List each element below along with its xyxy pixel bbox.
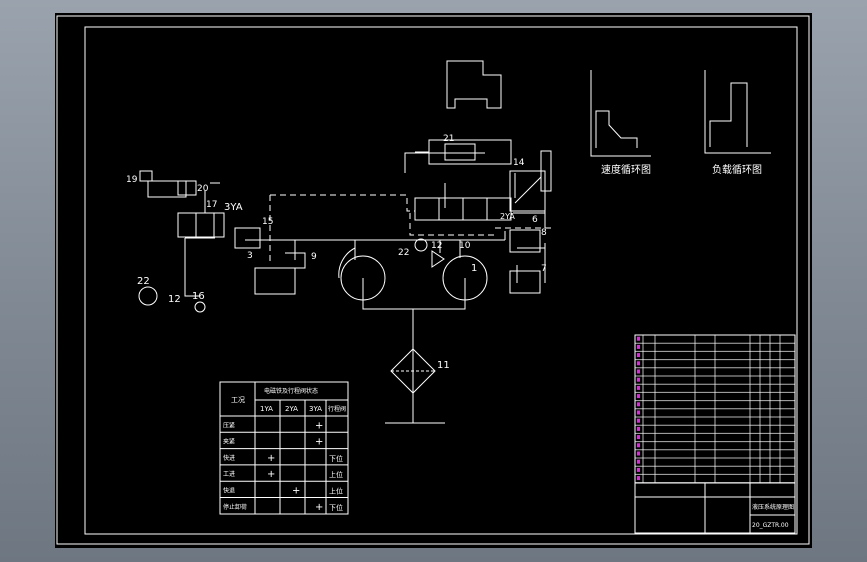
parts-row-marker (637, 369, 640, 374)
electromagnet-action-table: 工况 电磁铁及行程阀状态 1YA 2YA 3YA 行程阀 压紧 + 夹紧 + 快进 + 下位… (219, 381, 349, 515)
label-11: 11 (437, 360, 450, 371)
label-2ya: 2YA (500, 212, 515, 221)
pressure-gauge-22a[interactable] (138, 286, 158, 306)
label-16: 16 (192, 291, 205, 302)
parts-row-marker (637, 361, 640, 366)
table-header-1ya: 1YA (260, 405, 273, 413)
table-row-name: 快进 (223, 454, 235, 462)
table-header-3ya: 3YA (309, 405, 322, 413)
label-3: 3 (247, 251, 253, 261)
pressure-valve-8[interactable] (509, 229, 541, 253)
table-header-group: 电磁铁及行程阀状态 (264, 387, 318, 395)
clamp-cylinder-20[interactable] (147, 180, 197, 198)
label-22a: 22 (137, 276, 150, 287)
label-10: 10 (459, 241, 471, 251)
directional-valve-2[interactable] (414, 197, 512, 221)
drawing-viewport[interactable]: 1 3 6 7 8 9 10 11 12 12 14 15 16 17 19 2… (55, 13, 812, 548)
parts-row-marker (637, 467, 640, 472)
parts-row-marker (637, 344, 640, 349)
title-block: 液压系统原理图 20_GZTR.00 (634, 482, 796, 534)
table-row-name: 压紧 (223, 421, 235, 429)
speed-cycle-diagram: 速度循环图 (590, 70, 651, 176)
parts-row-marker (637, 443, 640, 448)
parts-row-marker (637, 459, 640, 464)
directional-valve-17[interactable] (177, 212, 225, 238)
table-cell-c4: 上位 (329, 487, 343, 496)
hydraulic-cylinder-21[interactable] (415, 139, 512, 165)
label-1: 1 (471, 263, 477, 274)
table-header-process: 工况 (231, 396, 245, 404)
table-row-name: 停止卸荷 (223, 503, 247, 511)
parts-row-marker (637, 377, 640, 382)
pressure-gauge-22b[interactable] (414, 238, 428, 252)
table-row-name: 快退 (223, 487, 235, 495)
label-20: 20 (197, 184, 209, 194)
pump-left[interactable] (338, 247, 386, 301)
label-19: 19 (126, 175, 138, 185)
relief-valve-7[interactable] (509, 270, 541, 294)
label-7: 7 (541, 264, 547, 274)
parts-row-marker (637, 410, 640, 415)
label-21: 21 (443, 134, 454, 144)
table-cell-c2: + (292, 486, 300, 497)
table-cell-c3: + (315, 437, 323, 448)
travel-sketch (446, 60, 502, 109)
label-14: 14 (513, 158, 525, 168)
drawing-name: 液压系统原理图 (752, 503, 794, 511)
label-3ya: 3YA (224, 202, 243, 213)
relief-valve-9[interactable] (254, 252, 306, 295)
parts-list (634, 334, 796, 484)
label-8: 8 (541, 228, 547, 238)
label-15: 15 (262, 217, 273, 227)
load-cycle-title: 负载循环图 (712, 163, 762, 176)
throttle-12[interactable] (431, 250, 445, 268)
component-labels: 1 3 6 7 8 9 10 11 12 12 14 15 16 17 19 2… (126, 134, 547, 371)
parts-row-marker (637, 451, 640, 456)
valve-19[interactable] (139, 170, 153, 182)
table-cell-c4: 下位 (329, 454, 343, 463)
parts-row-marker (637, 418, 640, 423)
hydraulic-schematic: 1 3 6 7 8 9 10 11 12 12 14 15 16 17 19 2… (56, 15, 810, 545)
outer-frame (56, 15, 810, 545)
table-row-name: 夹紧 (223, 438, 235, 446)
label-6: 6 (532, 215, 538, 225)
table-cell-c1: + (267, 453, 275, 464)
parts-row-marker (637, 426, 640, 431)
table-cell-c3: + (315, 502, 323, 513)
table-cell-c3: + (315, 420, 323, 431)
parts-row-marker (637, 394, 640, 399)
table-cell-c4: 下位 (329, 503, 343, 512)
label-22b: 22 (398, 248, 409, 258)
parts-row-marker (637, 336, 640, 341)
load-cycle-diagram: 负载循环图 (704, 70, 771, 176)
table-cell-c4: 上位 (329, 470, 343, 479)
table-cell-c1: + (267, 469, 275, 480)
table-row-name: 工进 (223, 470, 235, 478)
label-12a: 12 (168, 294, 181, 305)
parts-row-marker (637, 353, 640, 358)
parts-row-marker (637, 402, 640, 407)
label-12b: 12 (431, 241, 442, 251)
table-header-valve: 行程阀 (328, 405, 346, 413)
label-9: 9 (311, 252, 317, 262)
parts-row-marker (637, 476, 640, 481)
drawing-number: 20_GZTR.00 (752, 522, 789, 529)
label-17: 17 (206, 200, 217, 210)
valve-15[interactable] (234, 227, 261, 249)
parts-row-marker (637, 435, 640, 440)
table-header-2ya: 2YA (285, 405, 298, 413)
speed-cycle-title: 速度循环图 (601, 163, 651, 176)
parts-row-marker (637, 385, 640, 390)
check-valve-16[interactable] (194, 301, 206, 313)
